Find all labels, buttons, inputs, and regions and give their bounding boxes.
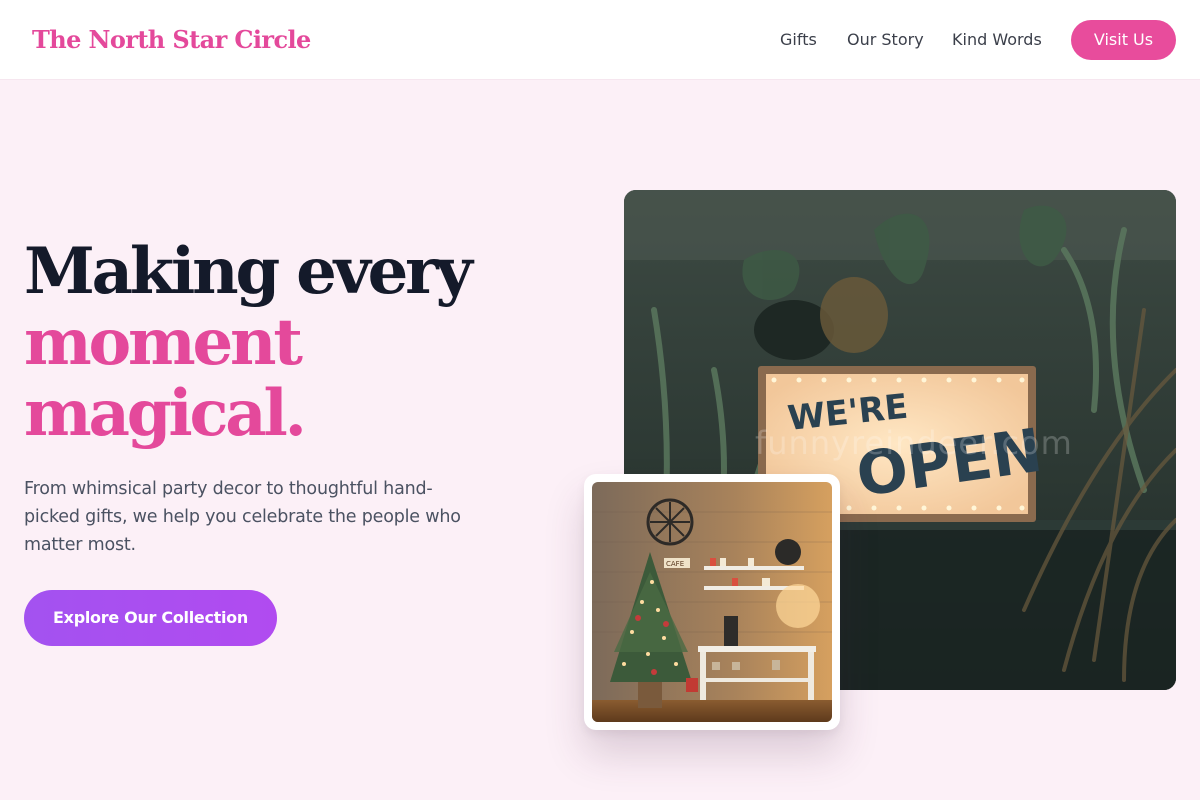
visit-us-button[interactable]: Visit Us — [1071, 20, 1176, 60]
small-sign-text: CAFE — [666, 560, 684, 568]
nav-link-kind-words[interactable]: Kind Words — [952, 30, 1042, 49]
hero-description: From whimsical party decor to thoughtful… — [24, 479, 461, 555]
explore-collection-button[interactable]: Explore Our Collection — [24, 590, 277, 646]
hero-title-line-3: magical. — [24, 376, 307, 451]
site-header: The North Star Circle Gifts Our Story Ki… — [0, 0, 1200, 80]
nav-link-our-story[interactable]: Our Story — [847, 30, 924, 49]
brand-logo[interactable]: The North Star Circle — [32, 25, 311, 54]
christmas-corner-photo: CAFE — [584, 474, 840, 730]
watermark-text: funnyreindeer.com — [755, 424, 1073, 462]
hero-title: Making every moment magical. — [24, 234, 473, 451]
hero-title-line-1: Making every — [24, 234, 473, 309]
hero-title-line-2: moment — [24, 305, 303, 380]
nav-link-gifts[interactable]: Gifts — [780, 30, 817, 49]
